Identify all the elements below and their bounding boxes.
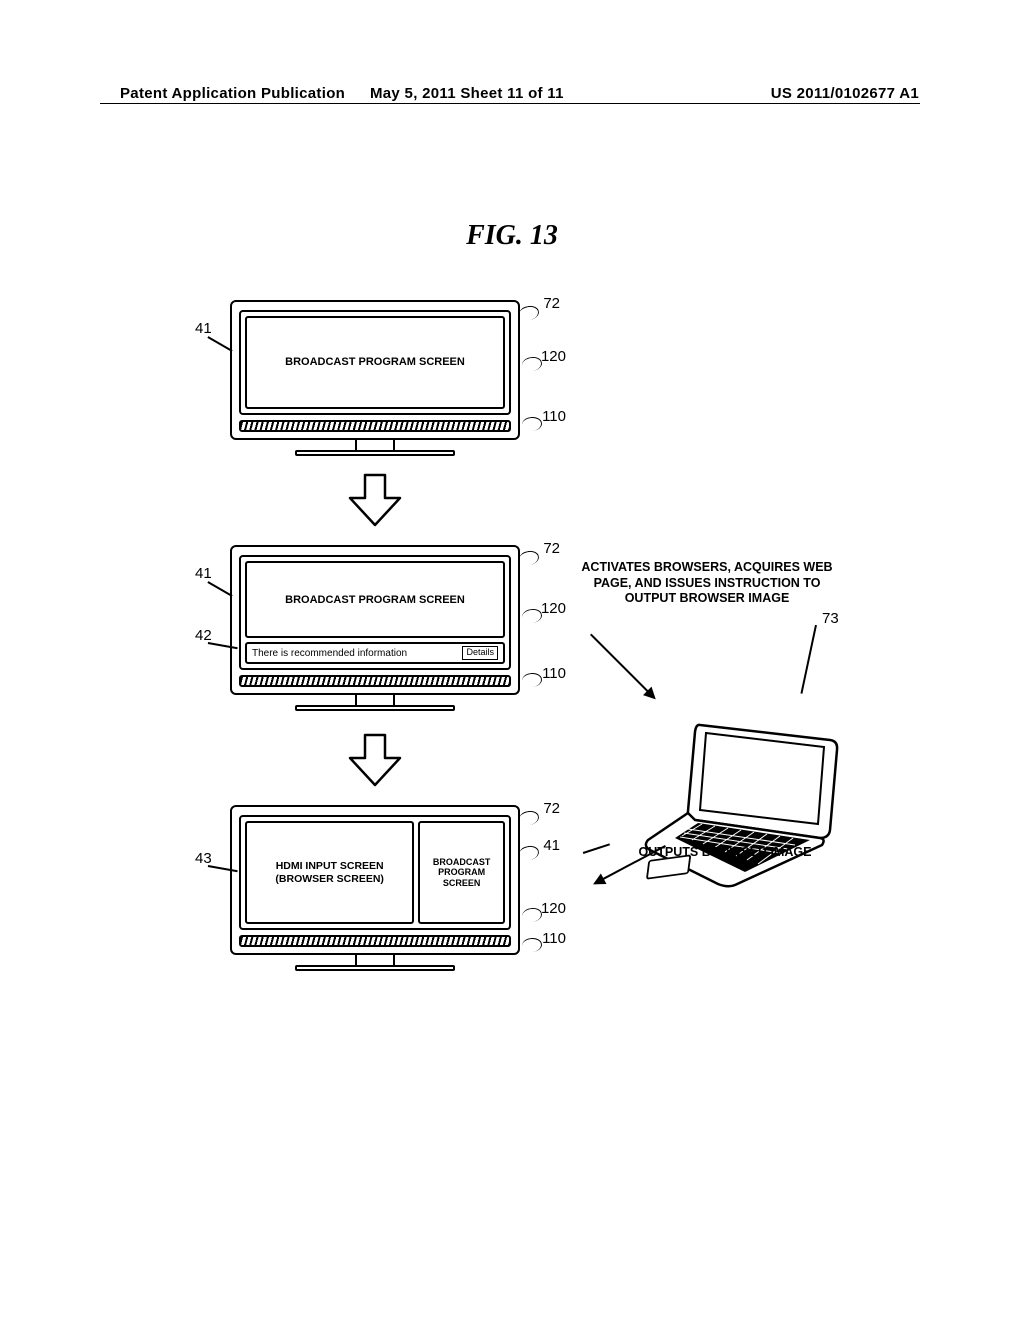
screen-label-small: BROADCAST PROGRAM SCREEN — [420, 857, 503, 888]
screen-label: BROADCAST PROGRAM SCREEN — [285, 594, 465, 606]
header-publication: Patent Application Publication — [120, 85, 345, 102]
callout-120: 120 — [541, 900, 566, 917]
broadcast-program-screen: BROADCAST PROGRAM SCREEN — [245, 561, 505, 638]
callout-110: 110 — [542, 665, 566, 682]
broadcast-program-screen-small: BROADCAST PROGRAM SCREEN — [418, 821, 505, 924]
speaker-bar — [239, 935, 511, 947]
figure-title: FIG. 13 — [0, 220, 1024, 252]
callout-110: 110 — [542, 408, 566, 425]
outputs-browser-image-label: OUTPUTS BROWSER IMAGE — [615, 845, 835, 861]
screen-label: BROADCAST PROGRAM SCREEN — [285, 356, 465, 368]
tv-monitor-1: BROADCAST PROGRAM SCREEN 72 120 110 41 — [230, 300, 520, 456]
callout-120: 120 — [541, 348, 566, 365]
callout-72: 72 — [543, 800, 560, 817]
callout-72: 72 — [543, 295, 560, 312]
speaker-bar — [239, 675, 511, 687]
header-rule — [100, 103, 920, 104]
callout-41: 41 — [195, 320, 212, 337]
flow-arrow-1 — [345, 470, 405, 530]
header-pub-number: US 2011/0102677 A1 — [771, 85, 919, 102]
tv-monitor-3: HDMI INPUT SCREEN (BROWSER SCREEN) BROAD… — [230, 805, 520, 971]
flow-arrow-2 — [345, 730, 405, 790]
callout-72: 72 — [543, 540, 560, 557]
hdmi-label: HDMI INPUT SCREEN (BROWSER SCREEN) — [247, 860, 412, 885]
arrow-to-laptop — [590, 634, 655, 699]
header-date-sheet: May 5, 2011 Sheet 11 of 11 — [370, 85, 564, 102]
tv-monitor-2: BROADCAST PROGRAM SCREEN There is recomm… — [230, 545, 520, 711]
callout-41: 41 — [543, 837, 560, 854]
laptop-computer — [640, 720, 840, 890]
details-button[interactable]: Details — [462, 646, 498, 660]
callout-73: 73 — [822, 610, 839, 627]
activates-browsers-label: ACTIVATES BROWSERS, ACQUIRES WEB PAGE, A… — [567, 560, 847, 607]
callout-120: 120 — [541, 600, 566, 617]
broadcast-program-screen: BROADCAST PROGRAM SCREEN — [245, 316, 505, 409]
callout-110: 110 — [542, 930, 566, 947]
info-bar-text: There is recommended information — [252, 648, 407, 659]
hdmi-input-screen: HDMI INPUT SCREEN (BROWSER SCREEN) — [245, 821, 414, 924]
speaker-bar — [239, 420, 511, 432]
callout-41: 41 — [195, 565, 212, 582]
recommended-info-bar: There is recommended information Details — [245, 642, 505, 664]
